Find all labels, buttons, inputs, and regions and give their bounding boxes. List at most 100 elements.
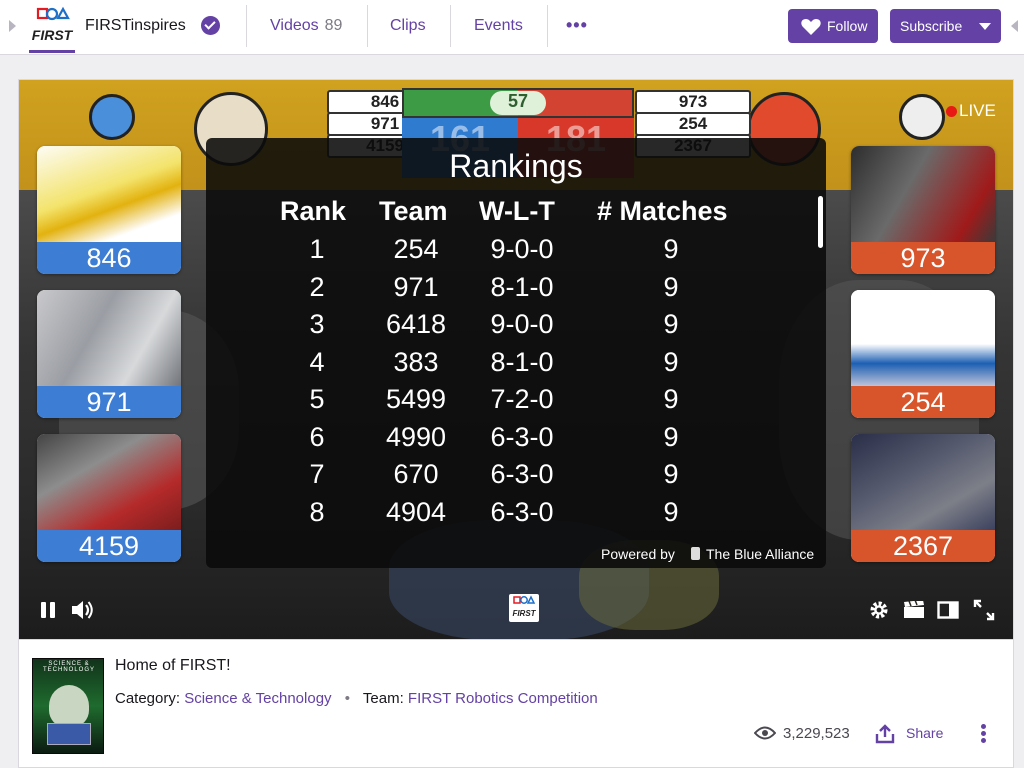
robot-photo	[37, 290, 181, 388]
powered-by-label: Powered by	[601, 546, 675, 562]
stream-meta: Category: Science & Technology • Team: F…	[115, 690, 598, 707]
divider	[547, 5, 548, 47]
robot-number: 971	[37, 386, 181, 418]
stream-title: Home of FIRST!	[115, 657, 231, 674]
video-frame: 846 971 4159 973 254 2367 57 161 181 LIV…	[19, 80, 1013, 639]
live-indicator: LIVE	[959, 101, 996, 120]
verified-icon	[201, 16, 220, 35]
rankings-cell: 4990	[385, 421, 447, 452]
rankings-cell: 9	[663, 384, 679, 414]
robot-number: 2367	[851, 530, 995, 562]
robot-photo	[37, 146, 181, 244]
robot-number: 846	[37, 242, 181, 274]
theater-mode-icon[interactable]	[937, 601, 959, 619]
robot-card-red-2: 254	[851, 290, 995, 418]
rankings-cell: 383	[393, 346, 439, 377]
rankings-cell: 5499	[385, 384, 447, 414]
rankings-cell: 9	[663, 234, 679, 264]
category-link[interactable]: Science & Technology	[184, 690, 331, 707]
scroll-left-arrow[interactable]	[9, 20, 16, 32]
robot-photo	[851, 290, 995, 388]
scrollbar[interactable]	[818, 196, 823, 248]
rankings-cell: 4904	[385, 496, 447, 527]
video-player[interactable]: 846 971 4159 973 254 2367 57 161 181 LIV…	[18, 79, 1014, 640]
rankings-cell: 9	[663, 346, 679, 377]
rankings-cell: 6-3-0	[490, 459, 554, 489]
tab-clips[interactable]: Clips	[390, 17, 426, 35]
chevron-down-icon[interactable]	[979, 23, 991, 30]
rankings-cell: 6418	[385, 309, 447, 339]
robot-card-blue-1: 846	[37, 146, 181, 274]
robot-card-red-1: 973	[851, 146, 995, 274]
pause-icon[interactable]	[40, 602, 56, 618]
column-header: # Matches	[597, 196, 728, 226]
red-team-score: 254	[635, 112, 751, 136]
robot-number: 254	[851, 386, 995, 418]
first-logo: FIRST	[509, 594, 539, 622]
robot-photo	[37, 434, 181, 532]
view-count: 3,229,523	[783, 725, 850, 742]
divider	[367, 5, 368, 47]
more-icon[interactable]: •••	[566, 15, 588, 36]
rankings-cell: 6-3-0	[490, 496, 554, 527]
kebab-icon[interactable]	[981, 724, 987, 744]
vault-icon	[89, 94, 135, 140]
column-header: W-L-T	[479, 196, 555, 226]
tba-logo-icon	[691, 547, 700, 560]
eye-icon	[754, 726, 776, 740]
tab-label: Videos	[270, 17, 319, 34]
svg-text:FIRST: FIRST	[512, 609, 536, 618]
rankings-cell: 971	[393, 271, 439, 302]
share-icon[interactable]	[875, 724, 895, 744]
first-logo[interactable]: FIRST	[29, 6, 75, 50]
subscribe-label: Subscribe	[900, 18, 963, 34]
robot-card-blue-2: 971	[37, 290, 181, 418]
rankings-cell: 9	[663, 459, 679, 489]
tab-videos[interactable]: Videos 89	[270, 17, 342, 35]
column-header: Rank	[280, 196, 347, 226]
rankings-cell: 8-1-0	[490, 346, 554, 377]
rankings-cell: 8-1-0	[490, 271, 554, 302]
tab-events[interactable]: Events	[474, 17, 523, 35]
robot-card-blue-3: 4159	[37, 434, 181, 562]
divider	[246, 5, 247, 47]
team-link[interactable]: FIRST Robotics Competition	[408, 690, 598, 707]
robot-card-red-3: 2367	[851, 434, 995, 562]
rankings-cell: 9	[663, 271, 679, 302]
svg-text:FIRST: FIRST	[32, 27, 74, 43]
settings-icon[interactable]	[869, 600, 889, 620]
rankings-cell: 9	[663, 421, 679, 452]
volume-icon[interactable]	[70, 599, 94, 621]
follow-label: Follow	[827, 18, 868, 34]
team-label: Team:	[362, 690, 404, 707]
heart-icon	[801, 19, 821, 35]
robot-photo	[851, 146, 995, 244]
rankings-cell: 6-3-0	[490, 421, 554, 452]
rankings-cell: 9	[663, 496, 679, 527]
robot-photo	[851, 434, 995, 532]
rankings-title: Rankings	[449, 148, 583, 184]
powered-by-name: The Blue Alliance	[706, 546, 815, 562]
subscribe-button[interactable]: Subscribe	[890, 9, 1001, 43]
fullscreen-icon[interactable]	[973, 599, 995, 621]
rankings-cell: 7-2-0	[490, 384, 554, 414]
channel-header: FIRST FIRSTinspires Videos 89 Clips Event…	[0, 0, 1024, 55]
rankings-cell: 9	[663, 309, 679, 339]
category-box-art[interactable]: SCIENCE & TECHNOLOGY	[32, 658, 104, 754]
red-team-score: 973	[635, 90, 751, 114]
channel-name[interactable]: FIRSTinspires	[85, 17, 186, 35]
rankings-cell: 670	[393, 459, 439, 489]
follow-button[interactable]: Follow	[788, 9, 878, 43]
robot-number: 4159	[37, 530, 181, 562]
clip-icon[interactable]	[903, 601, 925, 619]
rankings-cell: 9-0-0	[490, 234, 554, 264]
share-button[interactable]: Share	[906, 725, 943, 741]
divider	[450, 5, 451, 47]
rankings-overlay: Rankings Rank Team W-L-T # Matches 1 254 9…	[206, 138, 826, 568]
category-label: Category:	[115, 690, 181, 707]
active-indicator	[29, 50, 75, 53]
column-header: Team	[379, 196, 448, 226]
live-dot	[946, 106, 957, 117]
scroll-right-arrow[interactable]	[1011, 20, 1018, 32]
tab-count: 89	[324, 17, 343, 34]
